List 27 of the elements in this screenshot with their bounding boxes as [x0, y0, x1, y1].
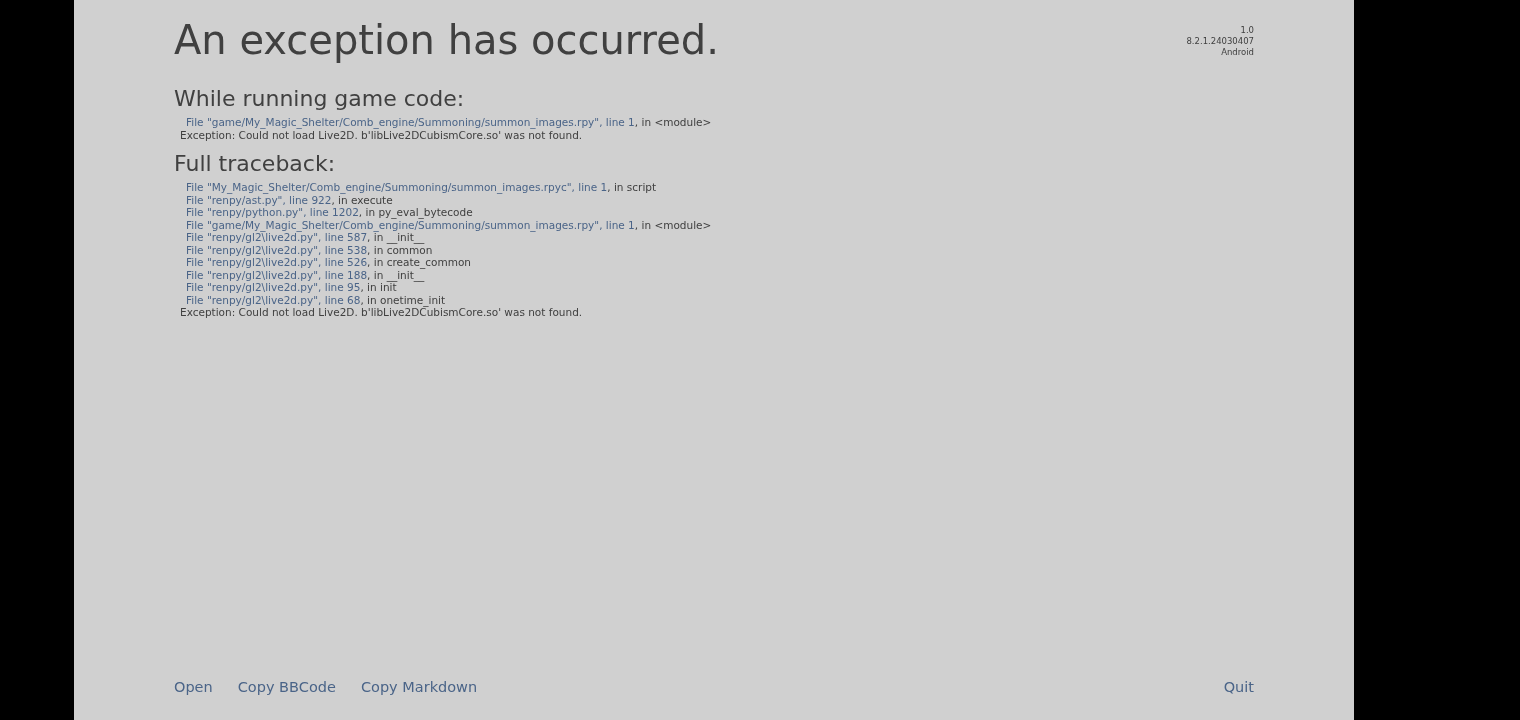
exception-message: Exception: Could not load Live2D. b'libLive2DCubismCore.so' was not found. [180, 306, 583, 318]
traceback-text: , in create_common [367, 256, 471, 268]
version-text: Android [1221, 47, 1254, 58]
traceback-text: , in common [367, 243, 433, 256]
section-heading: Full traceback: [174, 151, 337, 177]
action-link[interactable]: Copy Markdown [360, 678, 478, 696]
traceback-link[interactable]: File "renpy/gl2\live2d.py", line 587 [186, 231, 368, 243]
traceback-text: , in __init__ [367, 231, 425, 243]
traceback-link[interactable]: File "game/My_Magic_Shelter/Comb_engine/Summoning/summon_images.rpy", line 1 [186, 218, 635, 231]
traceback-text: , in onetime_init [360, 293, 446, 306]
traceback-text: , in init [360, 281, 397, 293]
action-link[interactable]: Open [174, 678, 213, 696]
error-title: An exception has occurred. [174, 16, 719, 64]
action-link[interactable]: Copy BBCode [237, 678, 336, 696]
traceback-text: , in <module> [634, 218, 712, 231]
traceback-link[interactable]: File "renpy/python.py", line 1202 [186, 206, 359, 218]
exception-message: Exception: Could not load Live2D. b'libLive2DCubismCore.so' was not found. [180, 128, 583, 141]
traceback-text: , in __init__ [367, 268, 425, 281]
traceback-text: , in execute [331, 193, 393, 206]
version-text: 1.0 [1240, 25, 1254, 36]
traceback-text: , in py_eval_bytecode [358, 206, 473, 218]
quit-link[interactable]: Quit [1223, 678, 1254, 696]
section-heading: While running game code: [174, 86, 466, 112]
traceback-link[interactable]: File "game/My_Magic_Shelter/Comb_engine/Summoning/summon_images.rpy", line 1 [186, 116, 635, 128]
traceback-text: , in <module> [634, 116, 712, 128]
traceback-text: , in script [607, 181, 657, 193]
version-text: 8.2.1.24030407 [1186, 36, 1254, 47]
